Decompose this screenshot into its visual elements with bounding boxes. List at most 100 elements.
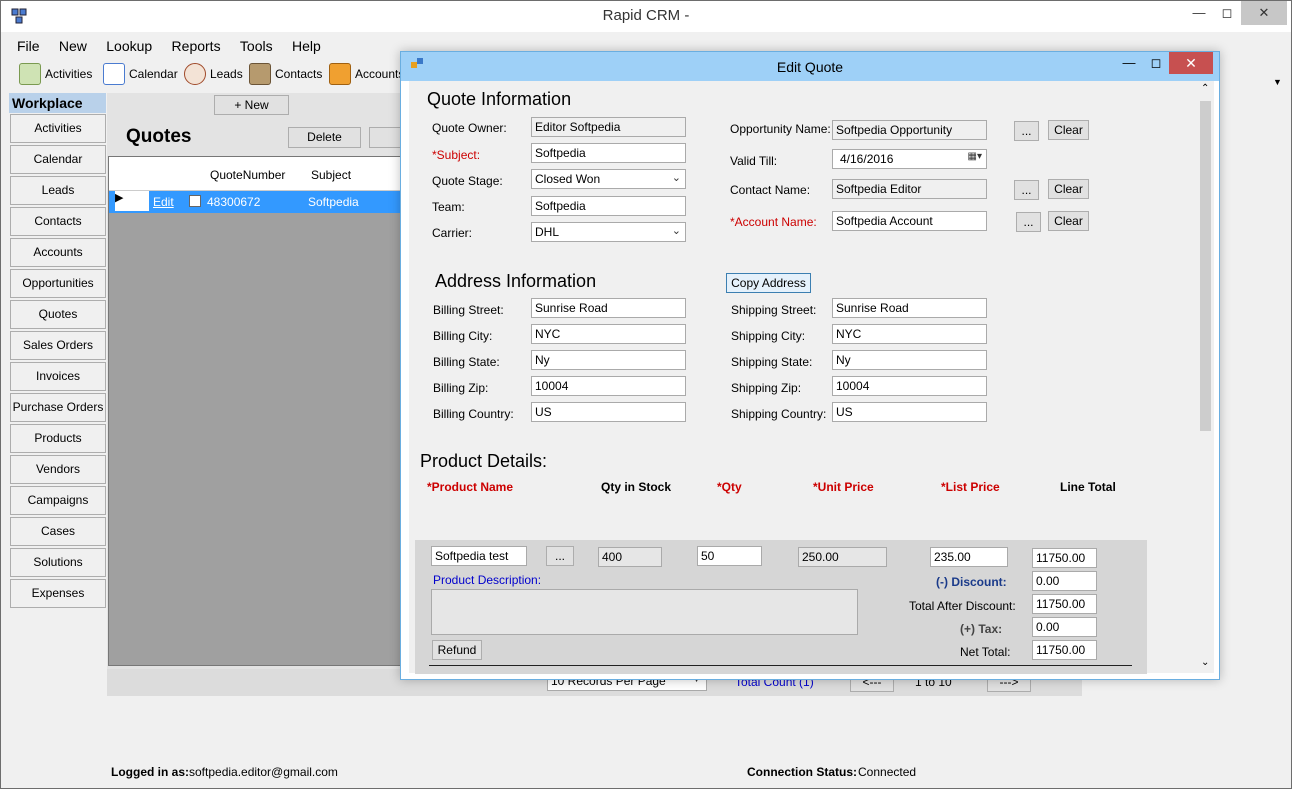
qty-field[interactable]: 50 <box>697 546 762 566</box>
net-total-label: Net Total: <box>960 645 1011 659</box>
scroll-down-icon[interactable]: ▼ <box>1273 77 1282 87</box>
menu-lookup[interactable]: Lookup <box>98 35 160 57</box>
scroll-up-icon[interactable]: ⌃ <box>1201 83 1209 94</box>
sidebar-item-contacts[interactable]: Contacts <box>10 207 106 236</box>
scroll-down-icon[interactable]: ⌄ <box>1201 657 1209 668</box>
edit-quote-dialog: Edit Quote — ◻ ✕ Quote Information Quote… <box>400 51 1220 680</box>
carrier-select[interactable]: DHL ⌄ <box>531 222 686 242</box>
billing-state-field[interactable]: Ny <box>531 350 686 370</box>
menu-new[interactable]: New <box>51 35 95 57</box>
contact-lookup-button[interactable]: ... <box>1014 180 1039 200</box>
row-subject: Softpedia <box>308 195 359 209</box>
shipping-city-field[interactable]: NYC <box>832 324 987 344</box>
new-quote-button[interactable]: + New <box>214 95 289 115</box>
toolbar-contacts-label: Contacts <box>275 67 323 81</box>
edit-link[interactable]: Edit <box>153 195 174 209</box>
shipping-zip-field[interactable]: 10004 <box>832 376 987 396</box>
maximize-button[interactable]: ◻ <box>1213 1 1241 25</box>
sidebar-item-vendors[interactable]: Vendors <box>10 455 106 484</box>
shipping-state-field[interactable]: Ny <box>832 350 987 370</box>
toolbar-activities-button[interactable]: Activities <box>19 60 92 88</box>
scrollbar-thumb[interactable] <box>1200 101 1211 431</box>
menu-file[interactable]: File <box>9 35 48 57</box>
sidebar-item-products[interactable]: Products <box>10 424 106 453</box>
sidebar-item-quotes[interactable]: Quotes <box>10 300 106 329</box>
sidebar-item-solutions[interactable]: Solutions <box>10 548 106 577</box>
tax-field[interactable]: 0.00 <box>1032 617 1097 637</box>
billing-street-label: Billing Street: <box>433 303 504 317</box>
sidebar-item-invoices[interactable]: Invoices <box>10 362 106 391</box>
account-name-field[interactable]: Softpedia Account <box>832 211 987 231</box>
toolbar-leads-label: Leads <box>210 67 243 81</box>
toolbar-calendar-label: Calendar <box>129 67 178 81</box>
menu-tools[interactable]: Tools <box>232 35 281 57</box>
billing-zip-field[interactable]: 10004 <box>531 376 686 396</box>
quotes-title: Quotes <box>126 126 192 147</box>
shipping-city-label: Shipping City: <box>731 329 806 343</box>
valid-till-date-picker[interactable]: 4/16/2016 ▦▾ <box>832 149 987 169</box>
col-subject[interactable]: Subject <box>311 168 351 182</box>
billing-city-field[interactable]: NYC <box>531 324 686 344</box>
quote-stage-label: Quote Stage: <box>432 174 503 188</box>
col-quotenumber[interactable]: QuoteNumber <box>210 168 285 182</box>
net-total-field: 11750.00 <box>1032 640 1097 660</box>
shipping-country-field[interactable]: US <box>832 402 987 422</box>
dialog-minimize-button[interactable]: — <box>1115 52 1143 74</box>
toolbar-leads-button[interactable]: Leads <box>184 60 243 88</box>
qty-in-stock-field: 400 <box>598 547 662 567</box>
row-selector[interactable]: ▶ <box>115 191 149 211</box>
close-button[interactable]: ✕ <box>1241 1 1287 25</box>
sidebar-item-accounts[interactable]: Accounts <box>10 238 106 267</box>
billing-country-field[interactable]: US <box>531 402 686 422</box>
toolbar-accounts-label: Accounts <box>355 67 405 81</box>
opportunity-clear-button[interactable]: Clear <box>1048 120 1089 140</box>
shipping-street-field[interactable]: Sunrise Road <box>832 298 987 318</box>
account-clear-button[interactable]: Clear <box>1048 211 1089 231</box>
sidebar-item-sales-orders[interactable]: Sales Orders <box>10 331 106 360</box>
account-name-label: *Account Name: <box>730 215 817 229</box>
refund-button[interactable]: Refund <box>432 640 482 660</box>
calendar-icon <box>103 63 125 85</box>
sidebar-item-cases[interactable]: Cases <box>10 517 106 546</box>
dialog-close-button[interactable]: ✕ <box>1169 52 1213 74</box>
grid-header: QuoteNumber Subject <box>109 157 407 191</box>
opportunity-lookup-button[interactable]: ... <box>1014 121 1039 141</box>
team-field[interactable]: Softpedia <box>531 196 686 216</box>
row-checkbox[interactable] <box>189 195 201 207</box>
sidebar-item-expenses[interactable]: Expenses <box>10 579 106 608</box>
sidebar-item-opportunities[interactable]: Opportunities <box>10 269 106 298</box>
dialog-scrollbar[interactable]: ⌃ ⌄ <box>1197 81 1214 673</box>
product-lookup-button[interactable]: ... <box>546 546 574 566</box>
quote-stage-select[interactable]: Closed Won ⌄ <box>531 169 686 189</box>
dialog-maximize-button[interactable]: ◻ <box>1142 52 1170 74</box>
product-divider <box>429 665 1132 666</box>
menu-reports[interactable]: Reports <box>164 35 229 57</box>
product-details-title: Product Details: <box>420 451 548 471</box>
toolbar-contacts-button[interactable]: Contacts <box>249 60 322 88</box>
billing-street-field[interactable]: Sunrise Road <box>531 298 686 318</box>
menu-help[interactable]: Help <box>284 35 329 57</box>
line-total-field: 11750.00 <box>1032 548 1097 568</box>
account-lookup-button[interactable]: ... <box>1016 212 1041 232</box>
toolbar-accounts-button[interactable]: Accounts <box>329 60 404 88</box>
toolbar-button-partial[interactable] <box>369 127 403 148</box>
sidebar-item-activities[interactable]: Activities <box>10 114 106 143</box>
sidebar-item-calendar[interactable]: Calendar <box>10 145 106 174</box>
sidebar-title: Workplace <box>9 93 106 113</box>
table-row[interactable]: ▶ Edit 48300672 Softpedia <box>109 191 407 213</box>
product-name-field[interactable]: Softpedia test <box>431 546 527 566</box>
toolbar-calendar-button[interactable]: Calendar <box>103 60 178 88</box>
list-price-field[interactable]: 235.00 <box>930 547 1008 567</box>
contact-clear-button[interactable]: Clear <box>1048 179 1089 199</box>
minimize-button[interactable]: — <box>1185 1 1213 25</box>
sidebar-item-leads[interactable]: Leads <box>10 176 106 205</box>
product-description-field[interactable] <box>431 589 858 635</box>
dialog-title: Edit Quote <box>776 59 844 75</box>
subject-field[interactable]: Softpedia <box>531 143 686 163</box>
sidebar-item-campaigns[interactable]: Campaigns <box>10 486 106 515</box>
copy-address-button[interactable]: Copy Address <box>726 273 811 293</box>
sidebar-item-purchase-orders[interactable]: Purchase Orders <box>10 393 106 422</box>
discount-field[interactable]: 0.00 <box>1032 571 1097 591</box>
delete-button[interactable]: Delete <box>288 127 361 148</box>
accounts-icon <box>329 63 351 85</box>
